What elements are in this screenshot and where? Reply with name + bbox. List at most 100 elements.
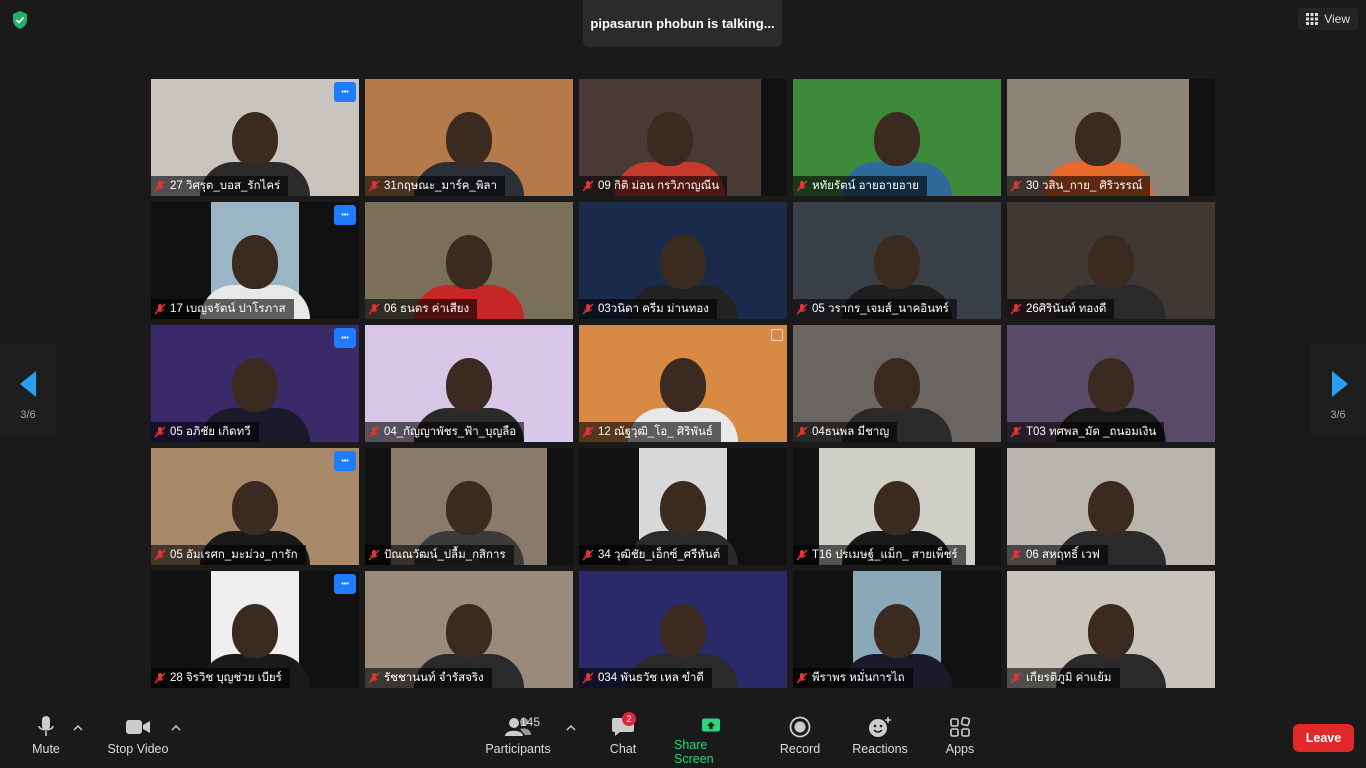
- participant-tile[interactable]: 05 อัมเรศก_มะม่วง_การัก •••: [151, 448, 359, 565]
- participant-silhouette-head: [874, 111, 920, 166]
- participant-name: T16 ปรเมษฐ์_แม็ก_ สายเพ็ชร์: [812, 549, 958, 561]
- participant-tile[interactable]: 34 วุฒิชัย_เอ็กซ์_ศรีหันต์: [579, 448, 787, 565]
- participant-tile[interactable]: T16 ปรเมษฐ์_แม็ก_ สายเพ็ชร์: [793, 448, 1001, 565]
- reactions-button[interactable]: Reactions: [852, 716, 908, 766]
- share-screen-button[interactable]: Share Screen: [674, 716, 748, 766]
- previous-page-button[interactable]: 3/6: [0, 345, 56, 435]
- participant-tile[interactable]: 04_กัญญาพัชร_ฟ้า_บุญลือ: [365, 325, 573, 442]
- participant-tile[interactable]: 27 วิศรุต_บอส_รักไคร่ •••: [151, 79, 359, 196]
- muted-microphone-icon: [368, 672, 380, 684]
- muted-microphone-icon: [582, 180, 594, 192]
- next-page-button[interactable]: 3/6: [1310, 345, 1366, 435]
- apps-button[interactable]: Apps: [944, 716, 976, 766]
- participant-silhouette-head: [446, 357, 492, 412]
- mute-options-chevron-icon[interactable]: [72, 722, 84, 734]
- participant-tile[interactable]: 06 สหฤทธิ์ เวฟ: [1007, 448, 1215, 565]
- chat-button[interactable]: 2 Chat: [604, 712, 642, 766]
- share-screen-label: Share Screen: [674, 738, 714, 766]
- participant-tile[interactable]: 28 จิรวิช บุญช่วย เบียร์ •••: [151, 571, 359, 688]
- participant-tile[interactable]: 034 พันธวัช เหล ขำดี: [579, 571, 787, 688]
- participant-silhouette-head: [660, 357, 706, 412]
- participant-tile[interactable]: 09 กิติ ม่อน กรวิภาญณีน: [579, 79, 787, 196]
- participant-name: 04ธนพล มีชาญ: [812, 426, 890, 438]
- participant-name-label: 05 อภิชัย เกิดทวี: [151, 422, 259, 442]
- participant-tile[interactable]: รัชชานนท์ จำรัสจริง: [365, 571, 573, 688]
- participant-tile[interactable]: 05 อภิชัย เกิดทวี •••: [151, 325, 359, 442]
- participant-tile[interactable]: 31กฤษณะ_มาร์ค_พิลา: [365, 79, 573, 196]
- participant-tile[interactable]: T03 ทศพล_มัด _ถนอมเงิน: [1007, 325, 1215, 442]
- participant-name-label: 12 ณัฐวุฒิ_โอ_ ศิริพันธ์: [579, 422, 721, 442]
- participant-name-label: พีราพร หมั่นการไถ: [793, 668, 913, 688]
- participant-name-label: 28 จิรวิช บุญช่วย เบียร์: [151, 668, 290, 688]
- participant-name: 06 สหฤทธิ์ เวฟ: [1026, 549, 1100, 561]
- participant-name: 17 เบญจรัตน์ ปาโรภาส: [170, 303, 286, 315]
- security-shield-icon[interactable]: [9, 9, 31, 31]
- participant-silhouette-head: [874, 603, 920, 658]
- participants-button[interactable]: 145 Participants: [485, 715, 551, 766]
- participant-tile[interactable]: 03วนิดา ครีม ม่านทอง: [579, 202, 787, 319]
- participant-tile[interactable]: 06 ธนดร ค่าเสียง: [365, 202, 573, 319]
- more-options-ellipsis-icon[interactable]: •••: [334, 205, 356, 225]
- participant-tile[interactable]: 04ธนพล มีชาญ: [793, 325, 1001, 442]
- participant-name-label: 05 อัมเรศก_มะม่วง_การัก: [151, 545, 306, 565]
- more-options-ellipsis-icon[interactable]: •••: [334, 328, 356, 348]
- participant-tile[interactable]: เกียรติภูมิ ค่าแย้ม: [1007, 571, 1215, 688]
- muted-microphone-icon: [154, 180, 166, 192]
- stop-video-button[interactable]: Stop Video: [104, 716, 172, 766]
- participant-name: 34 วุฒิชัย_เอ็กซ์_ศรีหันต์: [598, 549, 721, 561]
- participant-tile[interactable]: หทัยรัตน์ อายอายอาย: [793, 79, 1001, 196]
- participant-name: 30 วสิน_กาย_ ศิริวรรณ์: [1026, 180, 1143, 192]
- participant-name: พีราพร หมั่นการไถ: [812, 672, 905, 684]
- active-speaker-text: pipasarun phobun is talking...: [590, 16, 775, 31]
- share-screen-icon: [702, 718, 720, 732]
- participant-name-label: 04ธนพล มีชาญ: [793, 422, 898, 442]
- participants-label: Participants: [485, 742, 551, 756]
- participant-silhouette-head: [446, 111, 492, 166]
- video-options-chevron-icon[interactable]: [170, 722, 182, 734]
- participant-silhouette-head: [1088, 480, 1134, 535]
- participant-name: 03วนิดา ครีม ม่านทอง: [598, 303, 709, 315]
- participant-name: 04_กัญญาพัชร_ฟ้า_บุญลือ: [384, 426, 517, 438]
- participant-name-label: 034 พันธวัช เหล ขำดี: [579, 668, 712, 688]
- participant-name: หทัยรัตน์ อายอายอาย: [812, 180, 919, 192]
- participants-count: 145: [520, 715, 541, 729]
- muted-microphone-icon: [582, 303, 594, 315]
- participant-silhouette-head: [660, 480, 706, 535]
- muted-microphone-icon: [796, 303, 808, 315]
- participant-tile[interactable]: 05 วรากร_เจมส์_นาคอินทร์: [793, 202, 1001, 319]
- participant-tile[interactable]: 30 วสิน_กาย_ ศิริวรรณ์: [1007, 79, 1215, 196]
- muted-microphone-icon: [582, 672, 594, 684]
- meeting-toolbar: Mute Stop Video 145 Participants 2 Chat: [0, 708, 1366, 768]
- stop-video-label: Stop Video: [107, 742, 169, 756]
- muted-microphone-icon: [582, 426, 594, 438]
- record-button[interactable]: Record: [780, 716, 820, 766]
- participant-tile[interactable]: 26ศิรินันท์ ทองดี: [1007, 202, 1215, 319]
- more-options-ellipsis-icon[interactable]: •••: [334, 82, 356, 102]
- muted-microphone-icon: [1010, 549, 1022, 561]
- muted-microphone-icon: [1010, 180, 1022, 192]
- participant-name-label: T03 ทศพล_มัด _ถนอมเงิน: [1007, 422, 1165, 442]
- video-camera-icon: [126, 720, 150, 734]
- leave-meeting-button[interactable]: Leave: [1293, 724, 1354, 752]
- view-button[interactable]: View: [1298, 8, 1358, 30]
- muted-microphone-icon: [154, 549, 166, 561]
- muted-microphone-icon: [1010, 672, 1022, 684]
- more-options-ellipsis-icon[interactable]: •••: [334, 451, 356, 471]
- participant-name-label: 03วนิดา ครีม ม่านทอง: [579, 299, 717, 319]
- participant-tile[interactable]: 17 เบญจรัตน์ ปาโรภาส •••: [151, 202, 359, 319]
- participant-tile[interactable]: พีราพร หมั่นการไถ: [793, 571, 1001, 688]
- participant-tile[interactable]: ปัณณวัฒน์_ปลื้ม_กสิการ: [365, 448, 573, 565]
- participant-name-label: 17 เบญจรัตน์ ปาโรภาส: [151, 299, 294, 319]
- apps-label: Apps: [945, 742, 975, 756]
- record-label: Record: [779, 742, 821, 756]
- participant-silhouette-head: [660, 603, 706, 658]
- participant-name-label: 06 ธนดร ค่าเสียง: [365, 299, 478, 319]
- participants-options-chevron-icon[interactable]: [565, 722, 577, 734]
- participant-silhouette-head: [874, 234, 920, 289]
- reactions-label: Reactions: [852, 742, 908, 756]
- participant-name-label: 30 วสิน_กาย_ ศิริวรรณ์: [1007, 176, 1151, 196]
- more-options-ellipsis-icon[interactable]: •••: [334, 574, 356, 594]
- participant-name: 31กฤษณะ_มาร์ค_พิลา: [384, 180, 497, 192]
- mute-button[interactable]: Mute: [30, 716, 62, 766]
- participant-tile[interactable]: 12 ณัฐวุฒิ_โอ_ ศิริพันธ์: [579, 325, 787, 442]
